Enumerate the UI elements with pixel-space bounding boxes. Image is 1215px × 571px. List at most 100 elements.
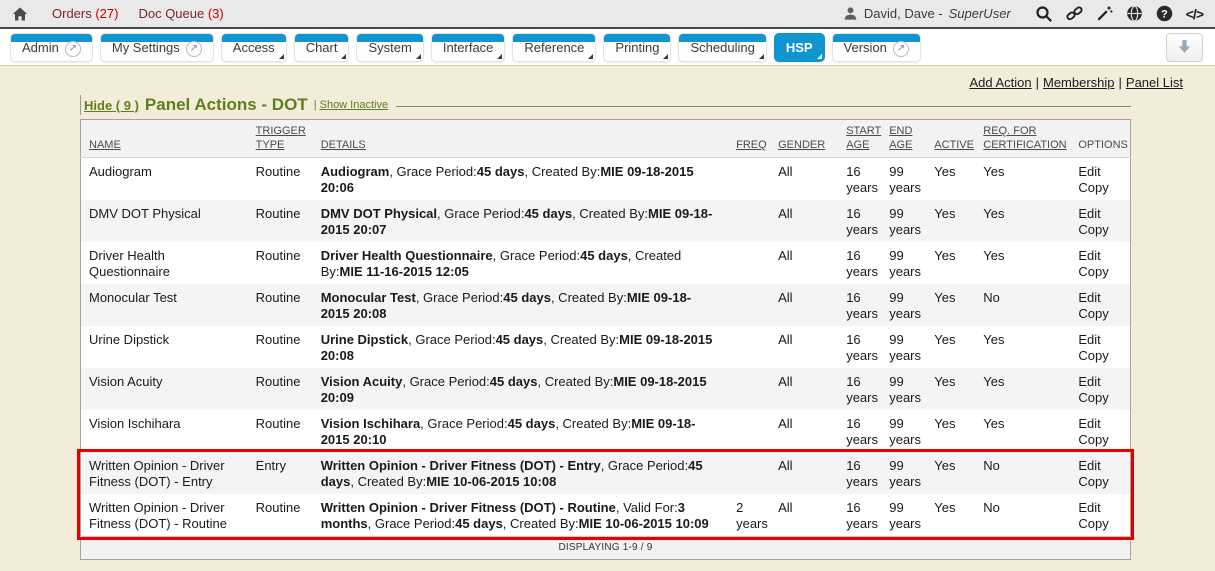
cell-active: Yes bbox=[926, 200, 975, 242]
copy-link[interactable]: Copy bbox=[1078, 516, 1122, 532]
copy-link[interactable]: Copy bbox=[1078, 306, 1122, 322]
tab-my-settings[interactable]: My Settings↗ bbox=[100, 33, 214, 62]
copy-link[interactable]: Copy bbox=[1078, 222, 1122, 238]
wand-icon[interactable] bbox=[1096, 5, 1113, 22]
edit-link[interactable]: Edit bbox=[1078, 290, 1122, 306]
link-panel-list[interactable]: Panel List bbox=[1126, 75, 1183, 90]
edit-link[interactable]: Edit bbox=[1078, 458, 1122, 474]
cell-end-age: 99 years bbox=[881, 242, 926, 284]
search-icon[interactable] bbox=[1035, 5, 1053, 23]
cell-end-age: 99 years bbox=[881, 452, 926, 494]
home-icon[interactable] bbox=[12, 6, 28, 22]
cell-trigger-type: Routine bbox=[248, 410, 313, 452]
cell-active: Yes bbox=[926, 158, 975, 201]
edit-link[interactable]: Edit bbox=[1078, 248, 1122, 264]
column-header-name[interactable]: NAME bbox=[81, 120, 248, 158]
edit-link[interactable]: Edit bbox=[1078, 416, 1122, 432]
help-icon[interactable]: ? bbox=[1156, 5, 1173, 22]
table-row: Written Opinion - Driver Fitness (DOT) -… bbox=[81, 494, 1131, 537]
cell-active: Yes bbox=[926, 284, 975, 326]
column-header-active[interactable]: ACTIVE bbox=[926, 120, 975, 158]
details-segment: Vision Ischihara bbox=[321, 416, 420, 431]
tab-system[interactable]: System bbox=[356, 33, 423, 62]
copy-link[interactable]: Copy bbox=[1078, 264, 1122, 280]
cell-active: Yes bbox=[926, 452, 975, 494]
edit-link[interactable]: Edit bbox=[1078, 332, 1122, 348]
cell-req-for-certification: No bbox=[975, 494, 1070, 537]
tab-scheduling[interactable]: Scheduling bbox=[678, 33, 766, 62]
cell-end-age: 99 years bbox=[881, 200, 926, 242]
details-segment: 45 days bbox=[524, 206, 572, 221]
cell-name: DMV DOT Physical bbox=[81, 200, 248, 242]
cell-end-age: 99 years bbox=[881, 494, 926, 537]
tab-printing[interactable]: Printing bbox=[603, 33, 671, 62]
copy-link[interactable]: Copy bbox=[1078, 348, 1122, 364]
cell-req-for-certification: Yes bbox=[975, 326, 1070, 368]
user-menu[interactable]: David, Dave - SuperUser bbox=[843, 6, 1011, 21]
tab-label: Scheduling bbox=[690, 40, 754, 55]
header-row: NAME TRIGGER TYPE DETAILS FREQGENDER START A… bbox=[81, 120, 1131, 158]
code-icon[interactable]: </> bbox=[1186, 6, 1203, 22]
column-header-trigger-type[interactable]: TRIGGER TYPE bbox=[248, 120, 313, 158]
topbar-nav: Orders (27) Doc Queue (3) bbox=[52, 6, 224, 21]
details-segment: 45 days bbox=[496, 332, 544, 347]
dropdown-corner-icon bbox=[279, 54, 284, 59]
cell-name: Driver Health Questionnaire bbox=[81, 242, 248, 284]
details-segment: DMV DOT Physical bbox=[321, 206, 437, 221]
cell-start-age: 16 years bbox=[838, 242, 881, 284]
cell-req-for-certification: No bbox=[975, 284, 1070, 326]
edit-link[interactable]: Edit bbox=[1078, 374, 1122, 390]
column-header-label: DETAILS bbox=[321, 139, 366, 151]
details-segment: , Valid For: bbox=[616, 500, 678, 515]
tab-version[interactable]: Version↗ bbox=[832, 33, 921, 62]
details-segment: , Grace Period: bbox=[493, 248, 580, 263]
copy-link[interactable]: Copy bbox=[1078, 432, 1122, 448]
details-segment: Vision Acuity bbox=[321, 374, 403, 389]
cell-options: EditCopy bbox=[1070, 242, 1130, 284]
tab-access[interactable]: Access bbox=[221, 33, 287, 62]
cell-name: Vision Ischihara bbox=[81, 410, 248, 452]
table-row: AudiogramRoutineAudiogram, Grace Period:… bbox=[81, 158, 1131, 201]
tab-interface[interactable]: Interface bbox=[431, 33, 506, 62]
details-segment: 45 days bbox=[477, 164, 525, 179]
cell-gender: All bbox=[770, 284, 838, 326]
copy-link[interactable]: Copy bbox=[1078, 474, 1122, 490]
column-header-req-for-certification[interactable]: REQ. FOR CERTIFICATION bbox=[975, 120, 1070, 158]
topbar-nav-doc-queue[interactable]: Doc Queue (3) bbox=[138, 6, 223, 21]
tab-label: My Settings bbox=[112, 40, 180, 55]
details-segment: , Created By: bbox=[350, 474, 426, 489]
details-segment: , Created By: bbox=[543, 332, 619, 347]
tab-overflow-button[interactable] bbox=[1166, 33, 1203, 62]
cell-req-for-certification: Yes bbox=[975, 158, 1070, 201]
tab-hsp[interactable]: HSP bbox=[774, 33, 825, 62]
tab-chart[interactable]: Chart bbox=[294, 33, 350, 62]
edit-link[interactable]: Edit bbox=[1078, 500, 1122, 516]
show-inactive-link[interactable]: Show Inactive bbox=[320, 99, 388, 111]
tab-admin[interactable]: Admin↗ bbox=[10, 33, 93, 62]
topbar-nav-orders[interactable]: Orders (27) bbox=[52, 6, 118, 21]
column-header-label: START AGE bbox=[846, 125, 881, 151]
nav-label: Orders bbox=[52, 6, 95, 21]
tab-reference[interactable]: Reference bbox=[512, 33, 596, 62]
column-header-gender[interactable]: GENDER bbox=[770, 120, 838, 158]
dropdown-corner-icon bbox=[416, 54, 421, 59]
column-header-label: OPTIONS bbox=[1078, 139, 1128, 151]
link-icon[interactable] bbox=[1066, 5, 1083, 22]
link-membership[interactable]: Membership bbox=[1043, 75, 1115, 90]
edit-link[interactable]: Edit bbox=[1078, 164, 1122, 180]
link-add-action[interactable]: Add Action bbox=[969, 75, 1031, 90]
copy-link[interactable]: Copy bbox=[1078, 390, 1122, 406]
hide-panel-link[interactable]: Hide ( 9 ) bbox=[84, 98, 139, 113]
edit-link[interactable]: Edit bbox=[1078, 206, 1122, 222]
tab-label: Admin bbox=[22, 40, 59, 55]
copy-link[interactable]: Copy bbox=[1078, 180, 1122, 196]
column-header-end-age[interactable]: END AGE bbox=[881, 120, 926, 158]
cell-trigger-type: Entry bbox=[248, 452, 313, 494]
column-header-start-age[interactable]: START AGE bbox=[838, 120, 881, 158]
column-header-freq[interactable]: FREQ bbox=[728, 120, 770, 158]
column-header-label: TRIGGER TYPE bbox=[256, 125, 306, 151]
column-header-details[interactable]: DETAILS bbox=[313, 120, 728, 158]
globe-icon[interactable] bbox=[1126, 5, 1143, 22]
details-segment: , Created By: bbox=[572, 206, 648, 221]
cell-trigger-type: Routine bbox=[248, 284, 313, 326]
